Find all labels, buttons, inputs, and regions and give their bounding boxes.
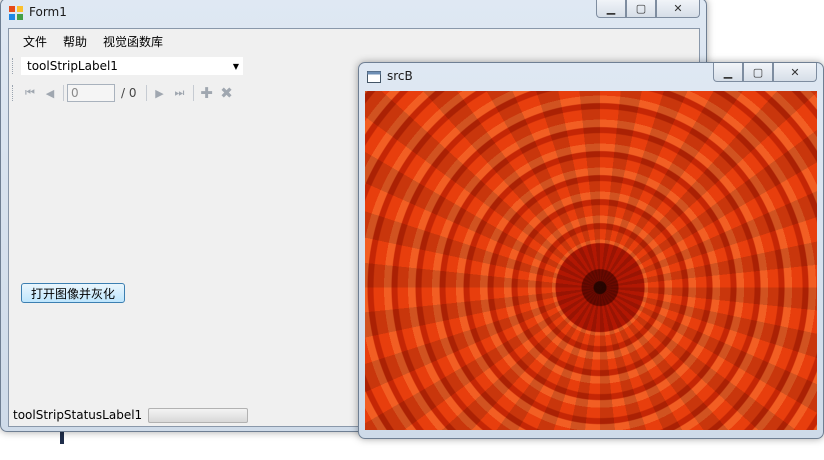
status-progress-bar [148, 407, 249, 423]
separator [63, 85, 64, 101]
caption-buttons: ▁ ▢ ✕ [713, 63, 817, 83]
caption-buttons: ▁ ▢ ✕ [596, 0, 700, 19]
window-title: Form1 [29, 5, 67, 19]
add-new-button[interactable]: ✚ [197, 83, 217, 103]
srcb-window: srcB ▁ ▢ ✕ [358, 62, 824, 439]
toolstrip-combobox[interactable]: toolStripLabel1 ▼ [21, 57, 243, 75]
position-input[interactable]: 0 [67, 84, 115, 102]
minimize-button[interactable]: ▁ [596, 0, 626, 18]
move-last-button[interactable]: ⏭ [170, 83, 190, 103]
close-button[interactable]: ✕ [656, 0, 700, 18]
minimize-icon: ▁ [723, 65, 733, 79]
form-icon [9, 6, 23, 20]
status-label: toolStripStatusLabel1 [13, 408, 143, 422]
move-previous-icon: ◀ [45, 86, 55, 100]
maximize-icon: ▢ [635, 1, 647, 15]
count-label: / 0 [121, 86, 137, 100]
open-and-grayscale-button[interactable]: 打开图像并灰化 [21, 283, 125, 303]
maximize-button[interactable]: ▢ [626, 0, 656, 18]
maximize-icon: ▢ [752, 65, 764, 79]
flower-petals-texture [365, 91, 817, 430]
window-title: srcB [387, 69, 413, 83]
menu-help[interactable]: 帮助 [55, 33, 95, 50]
navigator-grip[interactable] [12, 85, 16, 101]
delete-button[interactable]: ✖ [217, 83, 237, 103]
move-first-button[interactable]: ⏮ [20, 83, 40, 103]
dropdown-arrow-icon[interactable]: ▼ [229, 62, 243, 71]
close-icon: ✕ [673, 1, 683, 15]
separator [145, 85, 147, 101]
separator [192, 85, 194, 101]
menu-file[interactable]: 文件 [15, 33, 55, 50]
move-next-icon: ▶ [155, 86, 164, 100]
combobox-text: toolStripLabel1 [27, 59, 118, 73]
minimize-icon: ▁ [606, 1, 616, 15]
move-next-button[interactable]: ▶ [150, 83, 170, 103]
flower-image [365, 91, 817, 430]
maximize-button[interactable]: ▢ [743, 63, 773, 82]
add-icon: ✚ [200, 84, 213, 102]
close-icon: ✕ [790, 65, 800, 79]
menu-vision-library[interactable]: 视觉函数库 [95, 33, 171, 50]
close-button[interactable]: ✕ [773, 63, 817, 82]
minimize-button[interactable]: ▁ [713, 63, 743, 82]
menu-bar: 文件 帮助 视觉函数库 [9, 29, 699, 53]
move-last-icon: ⏭ [174, 86, 185, 99]
delete-icon: ✖ [220, 84, 233, 102]
window-app-icon [367, 71, 381, 83]
srcb-titlebar[interactable]: srcB ▁ ▢ ✕ [359, 63, 823, 91]
move-previous-button[interactable]: ◀ [40, 83, 60, 103]
move-first-icon: ⏮ [25, 86, 35, 99]
toolstrip-grip[interactable] [12, 58, 15, 74]
form1-titlebar[interactable]: Form1 ▁ ▢ ✕ [1, 0, 706, 27]
